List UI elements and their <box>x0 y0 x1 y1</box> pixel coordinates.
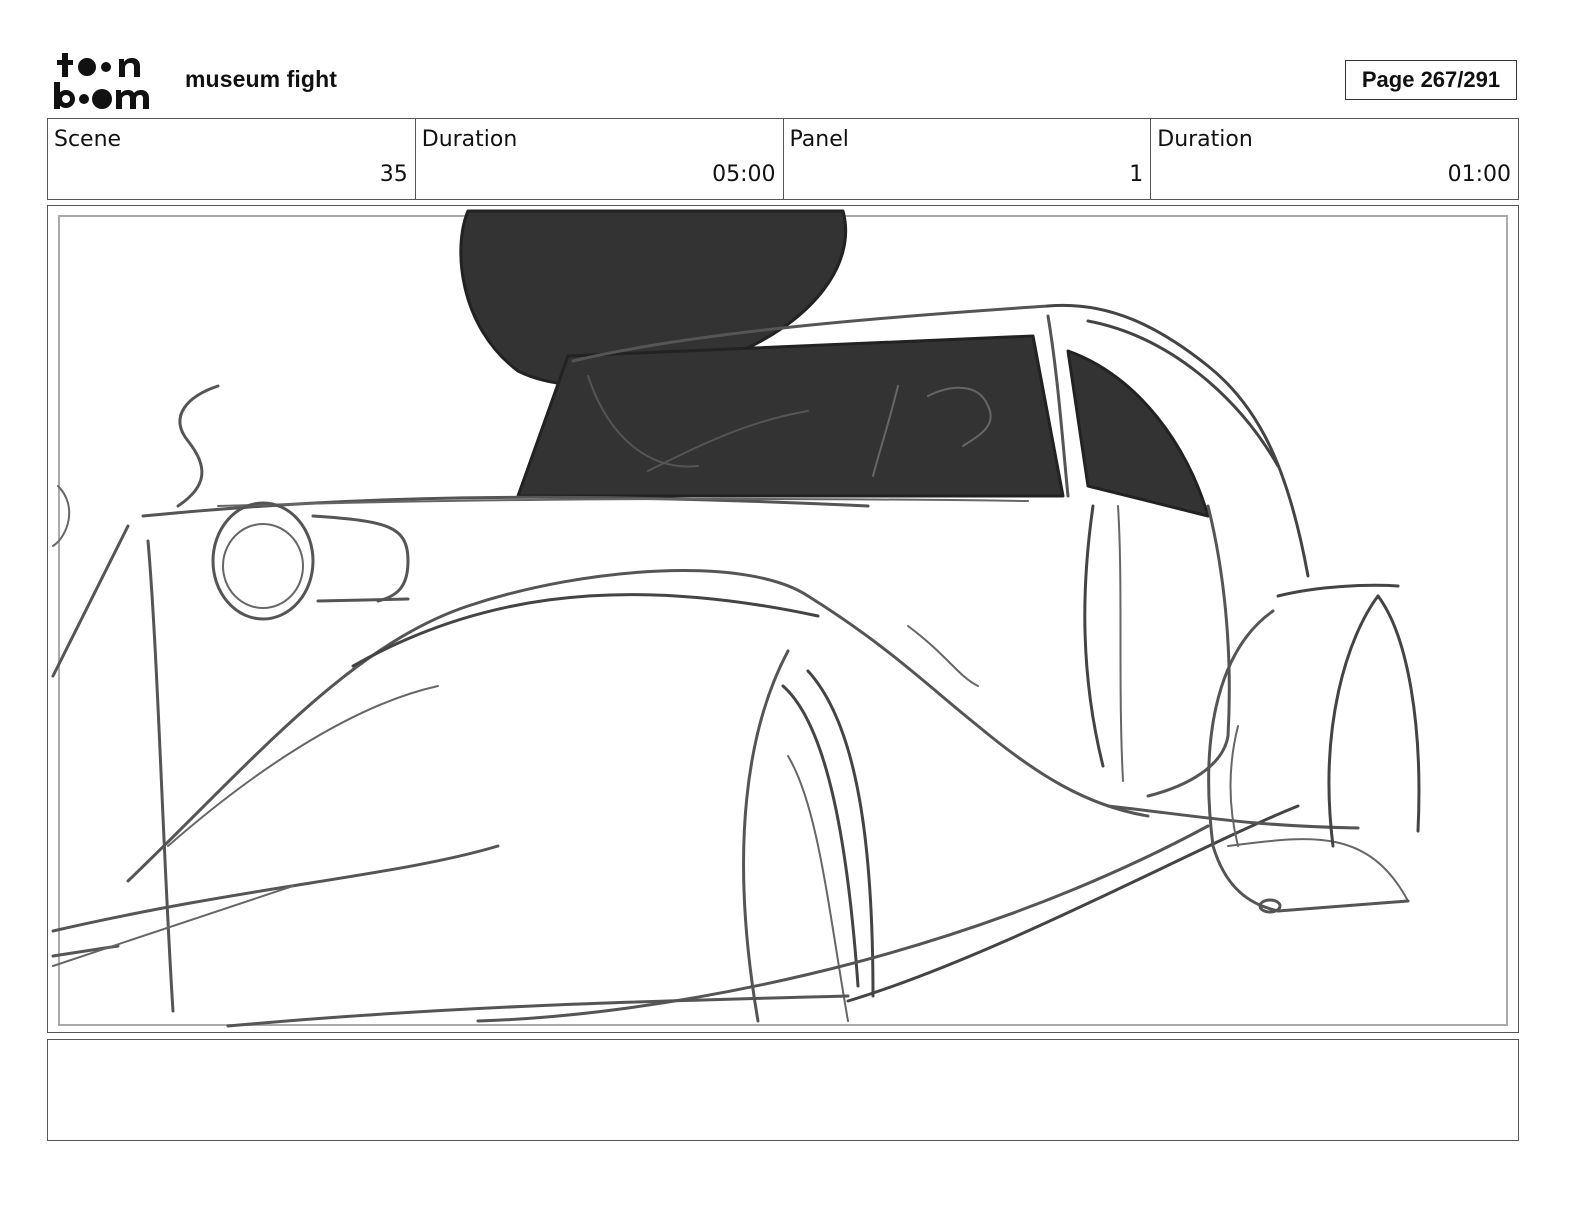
scene-value: 35 <box>379 162 408 187</box>
storyboard-panel <box>47 205 1519 1033</box>
car-sketch-image <box>51 209 1421 1028</box>
panel-label: Panel <box>789 127 849 152</box>
panel-duration-value: 01:00 <box>1447 162 1511 187</box>
panel-cell: Panel 1 <box>784 119 1152 199</box>
scene-duration-cell: Duration 05:00 <box>416 119 784 199</box>
panel-value: 1 <box>1129 162 1144 187</box>
toon-boom-logo-icon <box>54 53 149 109</box>
panel-notes-box <box>47 1039 1519 1141</box>
panel-info-table: Scene 35 Duration 05:00 Panel 1 Duration… <box>47 118 1519 200</box>
scene-label: Scene <box>54 127 122 152</box>
panel-duration-cell: Duration 01:00 <box>1151 119 1518 199</box>
page-counter: Page 267/291 <box>1345 60 1517 100</box>
project-title: museum fight <box>185 66 337 92</box>
scene-duration-value: 05:00 <box>712 162 776 187</box>
panel-duration-label: Duration <box>1157 127 1253 152</box>
scene-cell: Scene 35 <box>48 119 416 199</box>
toon-boom-logo <box>52 50 164 112</box>
scene-duration-label: Duration <box>421 127 518 152</box>
